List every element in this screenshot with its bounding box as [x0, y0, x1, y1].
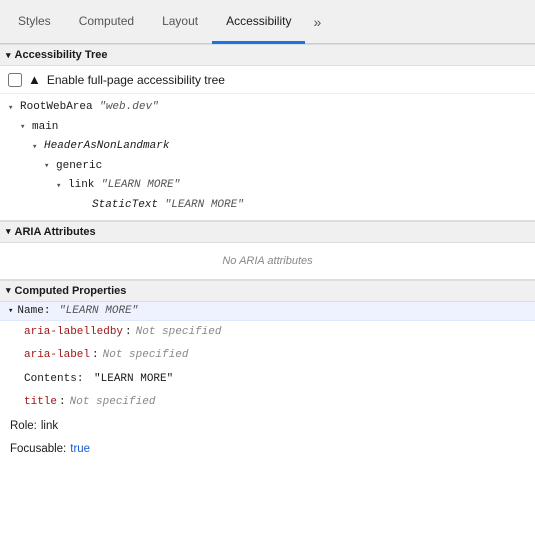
aria-attributes-header[interactable]: ▾ ARIA Attributes: [0, 221, 535, 243]
computed-section: ▾ Name: "LEARN MORE" aria-labelledby : N…: [0, 302, 535, 462]
tree-node-text: link "LEARN MORE": [68, 177, 180, 195]
enable-label: Enable full-page accessibility tree: [47, 73, 225, 87]
accessibility-tree: ▾ RootWebArea "web.dev" ▾ main ▾ HeaderA…: [0, 94, 535, 221]
tree-row[interactable]: ▾ main: [0, 118, 535, 138]
filter-icon: ▲: [28, 72, 41, 87]
colon: :: [59, 394, 66, 412]
tree-toggle[interactable]: ▾: [20, 120, 32, 134]
prop-key: aria-labelledby: [24, 324, 123, 342]
role-row: Role: link: [0, 415, 535, 439]
computed-property-row: aria-label : Not specified: [0, 344, 535, 368]
computed-properties-header[interactable]: ▾ Computed Properties: [0, 280, 535, 302]
tree-row[interactable]: ▾ HeaderAsNonLandmark: [0, 137, 535, 157]
computed-property-row: aria-labelledby : Not specified: [0, 321, 535, 345]
tree-node-text: RootWebArea "web.dev": [20, 99, 159, 117]
panel: ▾ Accessibility Tree ▲ Enable full-page …: [0, 44, 535, 547]
accessibility-tree-title: Accessibility Tree: [15, 49, 108, 61]
tree-node-text: generic: [56, 158, 102, 176]
role-key: Role:: [10, 417, 37, 437]
enable-checkbox[interactable]: [8, 73, 22, 87]
prop-value: Not specified: [136, 324, 222, 342]
colon: :: [77, 371, 90, 389]
name-key: Name:: [17, 305, 50, 317]
aria-empty-message: No ARIA attributes: [0, 243, 535, 280]
tab-bar: Styles Computed Layout Accessibility »: [0, 0, 535, 44]
tree-row[interactable]: ▾ link "LEARN MORE": [0, 176, 535, 196]
focusable-row: Focusable: true: [0, 438, 535, 462]
role-value: link: [41, 417, 58, 437]
prop-key: aria-label: [24, 347, 90, 365]
tree-node-text: main: [32, 119, 58, 137]
tree-toggle[interactable]: ▾: [32, 140, 44, 154]
tab-accessibility[interactable]: Accessibility: [212, 0, 305, 44]
tree-node-text: StaticText "LEARN MORE": [92, 197, 244, 215]
focusable-value: true: [70, 440, 90, 460]
triangle-icon: ▾: [6, 285, 11, 296]
name-row[interactable]: ▾ Name: "LEARN MORE": [0, 302, 535, 321]
triangle-icon: ▾: [8, 306, 13, 316]
tab-more[interactable]: »: [305, 0, 329, 43]
computed-property-row: title : Not specified: [0, 391, 535, 415]
tab-styles[interactable]: Styles: [4, 0, 65, 44]
tree-row[interactable]: ▾ RootWebArea "web.dev": [0, 98, 535, 118]
prop-value: "LEARN MORE": [94, 371, 173, 389]
tree-toggle[interactable]: ▾: [44, 159, 56, 173]
colon: :: [92, 347, 99, 365]
prop-value: Not specified: [70, 394, 156, 412]
tree-node-text: HeaderAsNonLandmark: [44, 138, 169, 156]
tree-toggle[interactable]: ▾: [8, 101, 20, 115]
tree-row[interactable]: ▾ generic: [0, 157, 535, 177]
tab-layout[interactable]: Layout: [148, 0, 212, 44]
triangle-icon: ▾: [6, 226, 11, 237]
enable-row: ▲ Enable full-page accessibility tree: [0, 66, 535, 94]
prop-key: Contents: [24, 371, 77, 389]
triangle-icon: ▾: [6, 50, 11, 61]
tree-row[interactable]: StaticText "LEARN MORE": [0, 196, 535, 216]
colon: :: [125, 324, 132, 342]
computed-property-row: Contents : "LEARN MORE": [0, 368, 535, 392]
prop-value: Not specified: [103, 347, 189, 365]
computed-properties-title: Computed Properties: [15, 285, 127, 297]
accessibility-tree-header[interactable]: ▾ Accessibility Tree: [0, 44, 535, 66]
tab-computed[interactable]: Computed: [65, 0, 148, 44]
focusable-key: Focusable:: [10, 440, 66, 460]
aria-attributes-title: ARIA Attributes: [15, 226, 96, 238]
tree-toggle[interactable]: ▾: [56, 179, 68, 193]
name-value: "LEARN MORE": [59, 305, 138, 317]
prop-key: title: [24, 394, 57, 412]
